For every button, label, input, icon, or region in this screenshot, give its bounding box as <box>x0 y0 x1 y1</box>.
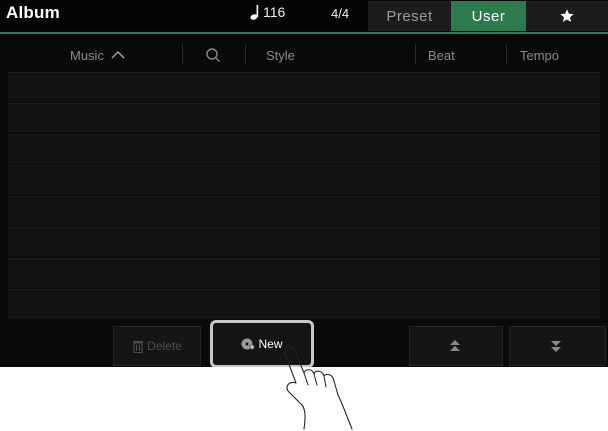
quarter-note-icon <box>250 5 259 20</box>
list-item[interactable] <box>8 165 600 195</box>
tab-preset-label: Preset <box>386 7 433 25</box>
time-signature: 4/4 <box>331 6 350 21</box>
page-down-button[interactable] <box>509 326 606 366</box>
search-icon <box>206 48 220 62</box>
list-item[interactable] <box>8 196 600 226</box>
album-screen: Album 116 4/4 Preset User Music Style Be… <box>0 0 608 367</box>
column-divider <box>415 44 416 64</box>
trash-icon <box>133 340 144 353</box>
delete-button[interactable]: Delete <box>113 326 201 366</box>
page-up-button[interactable] <box>409 326 503 366</box>
list-item[interactable] <box>8 134 600 164</box>
tap-hand-icon <box>284 345 353 430</box>
column-header-tempo-label: Tempo <box>520 47 560 63</box>
column-header-beat[interactable]: Beat <box>428 40 455 70</box>
list-item[interactable] <box>8 227 600 257</box>
column-header-beat-label: Beat <box>428 47 455 63</box>
star-icon <box>560 9 574 22</box>
list-item[interactable] <box>8 258 600 288</box>
column-header-style[interactable]: Style <box>266 40 295 70</box>
tempo-value: 116 <box>263 4 286 20</box>
tab-preset[interactable]: Preset <box>368 1 451 31</box>
column-divider <box>506 44 507 64</box>
top-bar: Album 116 4/4 Preset User <box>0 0 608 32</box>
tempo-readout: 116 <box>250 4 285 20</box>
list-item[interactable] <box>8 103 600 133</box>
new-button-label: New <box>258 337 283 351</box>
delete-button-label: Delete <box>147 339 182 353</box>
column-header-music[interactable]: Music <box>70 40 126 70</box>
tab-favorites[interactable] <box>526 1 608 31</box>
column-header-style-label: Style <box>266 47 295 63</box>
column-divider <box>245 44 246 64</box>
page-title: Album <box>6 3 60 22</box>
tab-user[interactable]: User <box>451 1 526 31</box>
list-item[interactable] <box>8 72 600 102</box>
tab-user-label: User <box>471 7 506 25</box>
top-bar-divider <box>0 32 608 34</box>
column-header-tempo[interactable]: Tempo <box>520 40 559 70</box>
search-button[interactable] <box>205 40 221 70</box>
column-header-music-label: Music <box>70 47 104 63</box>
page-up-icon <box>449 340 460 351</box>
page-down-icon <box>551 341 561 352</box>
new-disc-icon <box>241 338 256 350</box>
column-divider <box>182 44 183 64</box>
sort-ascending-icon <box>111 50 125 59</box>
list-item[interactable] <box>8 289 600 319</box>
